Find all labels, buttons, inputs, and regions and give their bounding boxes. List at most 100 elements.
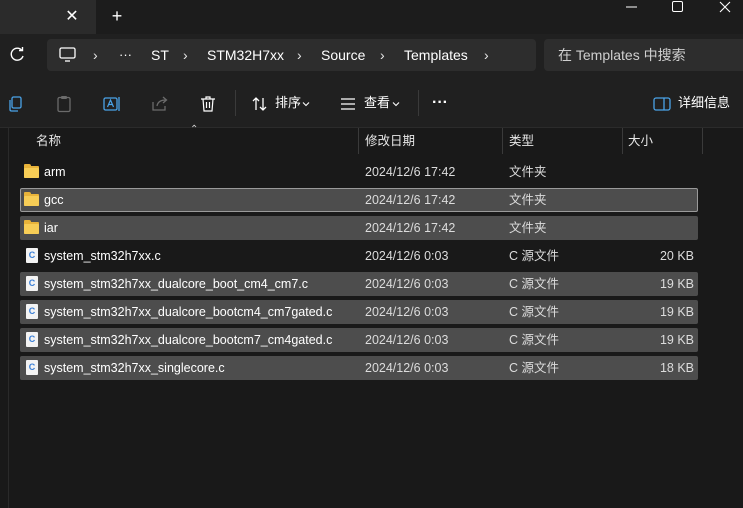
file-type: C 源文件 xyxy=(509,361,560,375)
table-row[interactable]: arm 2024/12/6 17:42 文件夹 xyxy=(20,160,698,184)
file-name: arm xyxy=(44,165,66,179)
chevron-right-icon[interactable]: › xyxy=(380,39,385,71)
details-pane-icon[interactable] xyxy=(652,94,672,114)
table-row[interactable]: gcc 2024/12/6 17:42 文件夹 xyxy=(20,188,698,212)
chevron-right-icon[interactable]: › xyxy=(297,39,302,71)
column-divider[interactable] xyxy=(358,128,359,154)
maximize-icon xyxy=(672,1,683,12)
title-bar: ✕ + xyxy=(0,0,743,34)
close-tab-icon[interactable]: ✕ xyxy=(60,6,84,26)
file-list: ⌃ 名称 修改日期 类型 大小 arm 2024/12/6 17:42 文件夹 … xyxy=(0,124,743,508)
minimize-icon xyxy=(626,6,637,8)
command-bar: 排序 查看 ··· 详细信息 xyxy=(0,78,743,128)
file-size xyxy=(624,188,694,212)
file-modified: 2024/12/6 17:42 xyxy=(365,221,456,235)
close-window-button[interactable] xyxy=(705,0,743,14)
file-modified: 2024/12/6 0:03 xyxy=(365,333,449,347)
file-size xyxy=(624,160,694,184)
file-size: 18 KB xyxy=(659,361,694,375)
column-header-type[interactable]: 类型 xyxy=(509,128,534,154)
folder-icon xyxy=(24,220,40,236)
file-modified: 2024/12/6 0:03 xyxy=(365,249,449,263)
column-header-size[interactable]: 大小 xyxy=(628,128,653,154)
breadcrumb-more[interactable]: ··· xyxy=(119,39,132,71)
rename-icon[interactable] xyxy=(102,94,122,114)
c-file-icon: C xyxy=(24,332,40,348)
breadcrumb-item-source[interactable]: Source xyxy=(321,39,365,71)
chevron-right-icon[interactable]: › xyxy=(93,39,98,71)
search-input[interactable]: 在 Templates 中搜索 xyxy=(544,39,743,71)
details-button[interactable]: 详细信息 xyxy=(678,78,730,128)
refresh-button[interactable] xyxy=(6,44,28,66)
breadcrumb-item-stm32h7xx[interactable]: STM32H7xx xyxy=(207,39,284,71)
paste-icon[interactable] xyxy=(54,94,74,114)
folder-icon xyxy=(24,192,40,208)
table-row[interactable]: C system_stm32h7xx.c 2024/12/6 0:03 C 源文… xyxy=(20,244,698,268)
chevron-right-icon[interactable]: › xyxy=(183,39,188,71)
share-icon[interactable] xyxy=(150,94,170,114)
toolbar-divider xyxy=(235,90,236,116)
table-row[interactable]: iar 2024/12/6 17:42 文件夹 xyxy=(20,216,698,240)
column-header-name[interactable]: 名称 xyxy=(36,128,61,154)
new-tab-button[interactable]: + xyxy=(106,6,128,26)
file-modified: 2024/12/6 0:03 xyxy=(365,361,449,375)
close-icon xyxy=(719,1,731,13)
file-name: system_stm32h7xx_dualcore_bootcm4_cm7gat… xyxy=(44,305,333,319)
breadcrumb[interactable]: › ··· ST › STM32H7xx › Source › Template… xyxy=(47,39,536,71)
file-size: 19 KB xyxy=(659,305,694,319)
sort-button[interactable]: 排序 xyxy=(275,78,301,128)
file-name: system_stm32h7xx_dualcore_bootcm7_cm4gat… xyxy=(44,333,333,347)
sort-icon[interactable] xyxy=(250,94,270,114)
column-header-modified[interactable]: 修改日期 xyxy=(365,128,415,154)
c-file-icon: C xyxy=(24,304,40,320)
active-tab[interactable]: ✕ xyxy=(0,0,96,34)
file-name: system_stm32h7xx_dualcore_boot_cm4_cm7.c xyxy=(44,277,309,291)
file-type: C 源文件 xyxy=(509,333,560,347)
column-divider[interactable] xyxy=(702,128,703,154)
view-icon[interactable] xyxy=(338,94,358,114)
file-type: 文件夹 xyxy=(509,193,547,207)
computer-icon xyxy=(59,47,76,62)
file-modified: 2024/12/6 17:42 xyxy=(365,193,456,207)
minimize-button[interactable] xyxy=(612,0,652,14)
sort-ascending-icon: ⌃ xyxy=(190,124,199,135)
refresh-icon xyxy=(10,47,24,61)
table-row[interactable]: C system_stm32h7xx_dualcore_bootcm7_cm4g… xyxy=(20,328,698,352)
file-name: system_stm32h7xx.c xyxy=(44,249,161,263)
chevron-down-icon[interactable] xyxy=(300,98,312,110)
more-options-button[interactable]: ··· xyxy=(432,78,448,128)
folder-icon xyxy=(24,164,40,180)
table-row[interactable]: C system_stm32h7xx_dualcore_bootcm4_cm7g… xyxy=(20,300,698,324)
table-row[interactable]: C system_stm32h7xx_singlecore.c 2024/12/… xyxy=(20,356,698,380)
file-type: C 源文件 xyxy=(509,305,560,319)
delete-icon[interactable] xyxy=(198,94,218,114)
file-modified: 2024/12/6 17:42 xyxy=(365,165,456,179)
file-name: system_stm32h7xx_singlecore.c xyxy=(44,361,225,375)
view-button[interactable]: 查看 xyxy=(364,78,390,128)
c-file-icon: C xyxy=(24,360,40,376)
column-divider[interactable] xyxy=(502,128,503,154)
copy-icon[interactable] xyxy=(6,94,26,114)
column-divider[interactable] xyxy=(622,128,623,154)
file-modified: 2024/12/6 0:03 xyxy=(365,305,449,319)
file-type: 文件夹 xyxy=(509,165,547,179)
breadcrumb-item-templates[interactable]: Templates xyxy=(404,39,468,71)
table-row[interactable]: C system_stm32h7xx_dualcore_boot_cm4_cm7… xyxy=(20,272,698,296)
pane-divider xyxy=(8,128,9,508)
file-type: C 源文件 xyxy=(509,249,560,263)
file-size xyxy=(624,216,694,240)
chevron-right-icon[interactable]: › xyxy=(484,39,489,71)
file-size: 19 KB xyxy=(659,277,694,291)
file-modified: 2024/12/6 0:03 xyxy=(365,277,449,291)
file-size: 20 KB xyxy=(659,249,694,263)
toolbar-divider xyxy=(418,90,419,116)
file-type: C 源文件 xyxy=(509,277,560,291)
file-size: 19 KB xyxy=(659,333,694,347)
maximize-button[interactable] xyxy=(658,0,698,14)
file-name: gcc xyxy=(44,193,64,207)
chevron-down-icon[interactable] xyxy=(390,98,402,110)
breadcrumb-item-st[interactable]: ST xyxy=(151,39,169,71)
c-file-icon: C xyxy=(24,248,40,264)
file-name: iar xyxy=(44,221,58,235)
file-type: 文件夹 xyxy=(509,221,547,235)
